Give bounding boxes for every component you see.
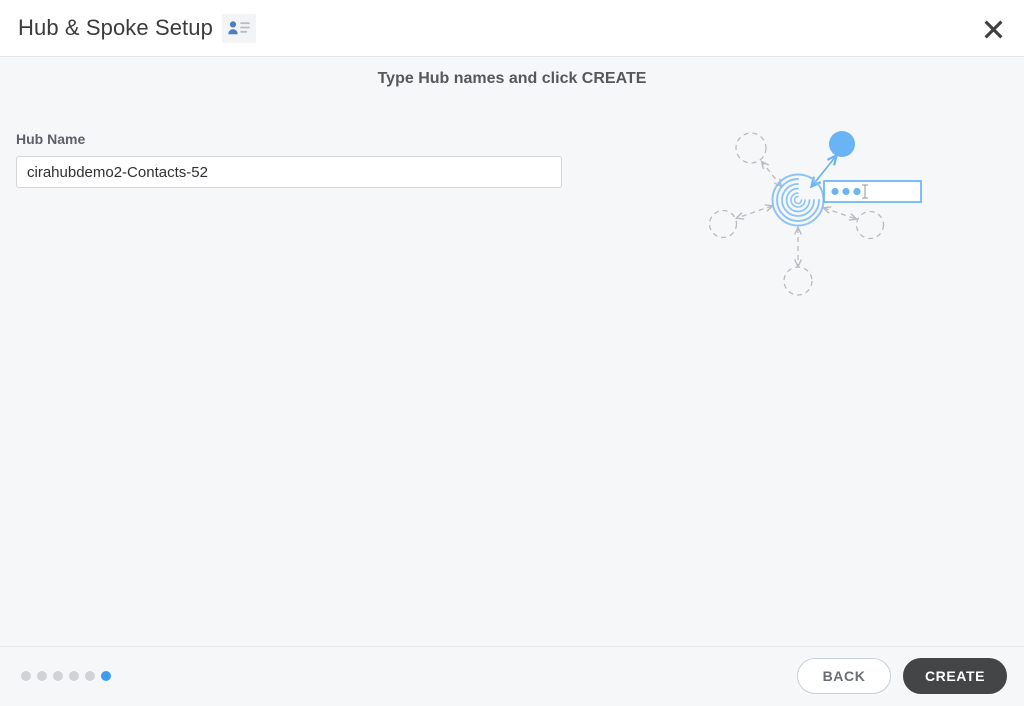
blue-node-icon <box>829 131 855 157</box>
contact-card-icon <box>221 14 256 42</box>
create-button[interactable]: CREATE <box>903 658 1007 694</box>
hub-name-label: Hub Name <box>16 131 86 147</box>
step-dot-4[interactable] <box>69 671 79 681</box>
close-icon[interactable] <box>976 12 1010 46</box>
typing-textbox-icon <box>823 180 922 203</box>
step-dot-2[interactable] <box>37 671 47 681</box>
footer-actions: BACK CREATE <box>797 658 1007 694</box>
step-indicator <box>21 671 111 681</box>
step-dot-6[interactable] <box>101 671 111 681</box>
step-dot-5[interactable] <box>85 671 95 681</box>
hub-name-input[interactable] <box>16 156 562 188</box>
step-dot-1[interactable] <box>21 671 31 681</box>
page-title: Hub & Spoke Setup <box>18 15 213 40</box>
step-dot-3[interactable] <box>53 671 63 681</box>
hub-name-field-group: Hub Name <box>16 131 562 188</box>
window-header: Hub & Spoke Setup <box>0 0 1024 57</box>
instruction-text: Type Hub names and click CREATE <box>377 70 647 87</box>
hub-and-spoke-diagram <box>700 118 950 303</box>
back-button[interactable]: BACK <box>797 658 891 694</box>
wizard-footer: BACK CREATE <box>0 646 1024 706</box>
